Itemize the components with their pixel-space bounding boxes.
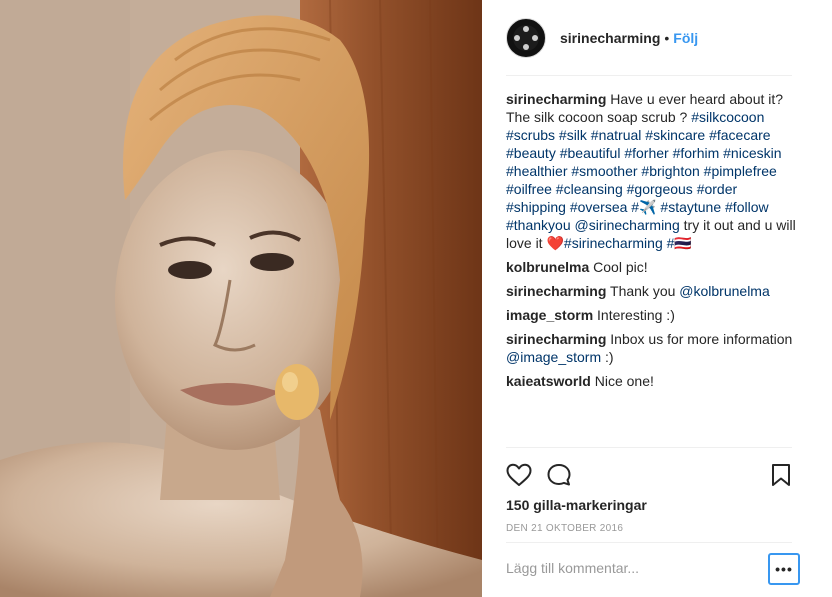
comment-item: sirinecharming Thank you @kolbrunelma	[506, 282, 796, 300]
heart-outline-icon[interactable]	[506, 463, 532, 492]
add-comment-input[interactable]: Lägg till kommentar...	[506, 560, 639, 576]
comment-item: sirinecharming Inbox us for more informa…	[506, 330, 796, 366]
post-date: DEN 21 OKTOBER 2016	[506, 523, 624, 534]
action-bar	[506, 463, 796, 489]
comment-username[interactable]: sirinecharming	[506, 331, 606, 347]
comment-item: kolbrunelma Cool pic!	[506, 258, 796, 276]
comments-list: sirinecharming Have u ever heard about i…	[506, 90, 796, 396]
comment-text: Inbox us for more information	[610, 331, 793, 347]
comment-text: Cool pic!	[593, 259, 648, 275]
post-panel: sirinecharming • Följ sirinecharming Hav…	[482, 0, 832, 597]
avatar[interactable]	[506, 18, 546, 58]
speech-bubble-icon[interactable]	[546, 463, 572, 492]
comment-username[interactable]: kolbrunelma	[506, 259, 589, 275]
comment-text: Thank you	[610, 283, 680, 299]
caption-mention[interactable]: @sirinecharming	[575, 217, 680, 233]
comment-text-end: :)	[601, 349, 614, 365]
comment-divider	[506, 542, 792, 543]
header-username[interactable]: sirinecharming	[560, 30, 660, 46]
header-divider	[506, 75, 792, 76]
caption-hashtags[interactable]: #silkcocoon #scrubs #silk #natrual #skin…	[506, 109, 782, 233]
post-photo[interactable]	[0, 0, 482, 597]
follow-button[interactable]: Följ	[673, 30, 698, 46]
photo-illustration	[0, 0, 482, 597]
comment-text: Interesting :)	[597, 307, 675, 323]
bookmark-icon[interactable]	[770, 463, 792, 492]
like-count[interactable]: 150 gilla-markeringar	[506, 497, 647, 513]
heart-emoji: ❤️	[546, 235, 564, 251]
comment-item: kaieatsworld Nice one!	[506, 372, 796, 390]
avatar-logo-icon	[513, 25, 539, 51]
comment-mention[interactable]: @image_storm	[506, 349, 601, 365]
comment-item: image_storm Interesting :)	[506, 306, 796, 324]
post-header: sirinecharming • Följ	[506, 17, 698, 59]
actions-divider	[506, 447, 792, 448]
comment-username[interactable]: sirinecharming	[506, 283, 606, 299]
caption: sirinecharming Have u ever heard about i…	[506, 90, 796, 252]
more-options-button[interactable]: •••	[768, 553, 800, 585]
comment-text: Nice one!	[594, 373, 654, 389]
caption-hashtags-2[interactable]: #sirinecharming #🇹🇭	[564, 235, 692, 251]
separator-dot: •	[664, 30, 670, 46]
caption-username[interactable]: sirinecharming	[506, 91, 606, 107]
comment-username[interactable]: kaieatsworld	[506, 373, 591, 389]
comment-mention[interactable]: @kolbrunelma	[679, 283, 769, 299]
comment-username[interactable]: image_storm	[506, 307, 593, 323]
